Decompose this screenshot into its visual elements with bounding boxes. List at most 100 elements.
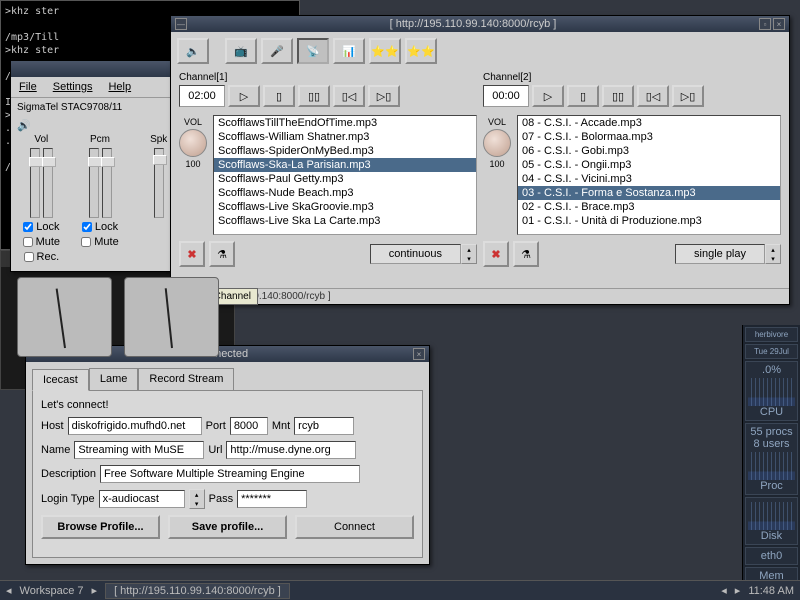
pause-button[interactable]: ▯▯	[602, 85, 634, 107]
prev-icon: ▯◁	[646, 90, 661, 103]
stop-button[interactable]: ▯	[567, 85, 599, 107]
playlist-item[interactable]: 06 - C.S.I. - Gobi.mp3	[518, 144, 780, 158]
login-spinner[interactable]: ▴▾	[189, 489, 205, 509]
pause-button[interactable]: ▯▯	[298, 85, 330, 107]
rec-checkbox[interactable]: Rec.	[24, 251, 60, 263]
save-profile-button[interactable]: Save profile...	[168, 515, 287, 539]
cpu-widget[interactable]: .0%CPU	[745, 361, 798, 421]
chevron-up-icon[interactable]: ▴	[766, 245, 780, 254]
volume-knob[interactable]	[179, 129, 207, 157]
vol-slider-r[interactable]	[43, 148, 53, 218]
col-label: Spk	[150, 134, 167, 145]
task-button[interactable]: [ http://195.110.99.140:8000/rcyb ]	[105, 583, 290, 599]
procs-widget[interactable]: 55 procs 8 usersProc	[745, 423, 798, 495]
minimize-button[interactable]: ▫	[759, 18, 771, 30]
mode-select[interactable]: single play	[675, 244, 765, 264]
transport: 00:00 ▷ ▯ ▯▯ ▯◁ ▷▯	[483, 85, 781, 107]
tab-record[interactable]: Record Stream	[138, 368, 234, 390]
pass-input[interactable]	[237, 490, 307, 508]
time-display: 00:00	[483, 85, 529, 107]
chevron-up-icon[interactable]: ▴	[462, 245, 476, 254]
undock-button[interactable]: ⚗	[513, 241, 539, 267]
browse-profile-button[interactable]: Browse Profile...	[41, 515, 160, 539]
name-input[interactable]	[74, 441, 204, 459]
chevron-down-icon[interactable]: ▾	[462, 254, 476, 263]
playlist-item[interactable]: 03 - C.S.I. - Forma e Sostanza.mp3	[518, 186, 780, 200]
delete-button[interactable]: ✖	[483, 241, 509, 267]
playlist-item[interactable]: Scofflaws-Live SkaGroovie.mp3	[214, 200, 476, 214]
arrow-right-icon[interactable]: ▸	[735, 584, 741, 597]
next-button[interactable]: ▷▯	[368, 85, 400, 107]
delete-button[interactable]: ✖	[179, 241, 205, 267]
playlist[interactable]: ScofflawsTillTheEndOfTime.mp3Scofflaws-W…	[213, 115, 477, 235]
broadcast-button[interactable]: 📡	[297, 38, 329, 64]
playlist-item[interactable]: Scofflaws-Ska-La Parisian.mp3	[214, 158, 476, 172]
next-button[interactable]: ▷▯	[672, 85, 704, 107]
login-input[interactable]	[99, 490, 185, 508]
playlist-item[interactable]: 01 - C.S.I. - Unità di Produzione.mp3	[518, 214, 780, 228]
fav1-button[interactable]: ⭐⭐	[369, 38, 401, 64]
arrow-left-icon[interactable]: ◂	[6, 584, 12, 597]
host-input[interactable]	[68, 417, 202, 435]
pcm-slider-r[interactable]	[102, 148, 112, 218]
play-button[interactable]: ▷	[532, 85, 564, 107]
port-input[interactable]	[230, 417, 268, 435]
mute-checkbox[interactable]: Mute	[23, 236, 60, 248]
tab-icecast[interactable]: Icecast	[32, 369, 89, 391]
disk-widget[interactable]: Disk	[745, 497, 798, 545]
prev-button[interactable]: ▯◁	[637, 85, 669, 107]
menu-help[interactable]: Help	[108, 81, 131, 93]
playlist-item[interactable]: ScofflawsTillTheEndOfTime.mp3	[214, 116, 476, 130]
mixer-titlebar[interactable]	[11, 61, 189, 77]
mode-select[interactable]: continuous	[370, 244, 461, 264]
playlist-item[interactable]: Scofflaws-William Shatner.mp3	[214, 130, 476, 144]
mic-button[interactable]: 🎤	[261, 38, 293, 64]
menu-settings[interactable]: Settings	[53, 81, 93, 93]
playlist-item[interactable]: 08 - C.S.I. - Accade.mp3	[518, 116, 780, 130]
desc-input[interactable]	[100, 465, 360, 483]
close-button[interactable]: ×	[773, 18, 785, 30]
lock-checkbox[interactable]: Lock	[82, 221, 118, 233]
playlist-item[interactable]: 05 - C.S.I. - Ongii.mp3	[518, 158, 780, 172]
menu-file[interactable]: File	[19, 81, 37, 93]
mute-checkbox[interactable]: Mute	[81, 236, 118, 248]
eth-widget[interactable]: eth0	[745, 547, 798, 565]
playlist-item[interactable]: 04 - C.S.I. - Vicini.mp3	[518, 172, 780, 186]
vol-slider-l[interactable]	[30, 148, 40, 218]
chevron-down-icon[interactable]: ▾	[766, 254, 780, 263]
playlist-item[interactable]: Scofflaws-SpiderOnMyBed.mp3	[214, 144, 476, 158]
connect-button[interactable]: Connect	[295, 515, 414, 539]
mode-spinner[interactable]: ▴▾	[765, 244, 781, 264]
chevron-down-icon[interactable]: ▾	[190, 499, 204, 508]
mnt-input[interactable]	[294, 417, 354, 435]
url-input[interactable]	[226, 441, 356, 459]
window-menu-button[interactable]: —	[175, 18, 187, 30]
chevron-up-icon[interactable]: ▴	[190, 490, 204, 499]
broadcast-icon: 📡	[306, 45, 320, 58]
stream-button[interactable]: 📺	[225, 38, 257, 64]
lock-checkbox[interactable]: Lock	[23, 221, 59, 233]
arrow-left-icon[interactable]: ◂	[721, 584, 727, 597]
workspace-label[interactable]: Workspace 7	[20, 585, 84, 597]
prev-button[interactable]: ▯◁	[333, 85, 365, 107]
spk-slider[interactable]	[154, 148, 164, 218]
tab-lame[interactable]: Lame	[89, 368, 139, 390]
undock-button[interactable]: ⚗	[209, 241, 235, 267]
playlist-item[interactable]: Scofflaws-Paul Getty.mp3	[214, 172, 476, 186]
mode-spinner[interactable]: ▴▾	[461, 244, 477, 264]
playlist-item[interactable]: Scofflaws-Nude Beach.mp3	[214, 186, 476, 200]
playlist-item[interactable]: 07 - C.S.I. - Bolormaa.mp3	[518, 130, 780, 144]
play-button[interactable]: ▷	[228, 85, 260, 107]
pcm-slider-l[interactable]	[89, 148, 99, 218]
levels-button[interactable]: 📊	[333, 38, 365, 64]
playlist[interactable]: 08 - C.S.I. - Accade.mp307 - C.S.I. - Bo…	[517, 115, 781, 235]
arrow-right-icon[interactable]: ▸	[92, 584, 98, 597]
stop-button[interactable]: ▯	[263, 85, 295, 107]
playlist-item[interactable]: Scofflaws-Live Ska La Carte.mp3	[214, 214, 476, 228]
speaker-button[interactable]: 🔈	[177, 38, 209, 64]
volume-knob[interactable]	[483, 129, 511, 157]
fav2-button[interactable]: ⭐⭐	[405, 38, 437, 64]
playlist-item[interactable]: 02 - C.S.I. - Brace.mp3	[518, 200, 780, 214]
player-titlebar[interactable]: — [ http://195.110.99.140:8000/rcyb ] ▫×	[171, 16, 789, 32]
close-button[interactable]: ×	[413, 348, 425, 360]
